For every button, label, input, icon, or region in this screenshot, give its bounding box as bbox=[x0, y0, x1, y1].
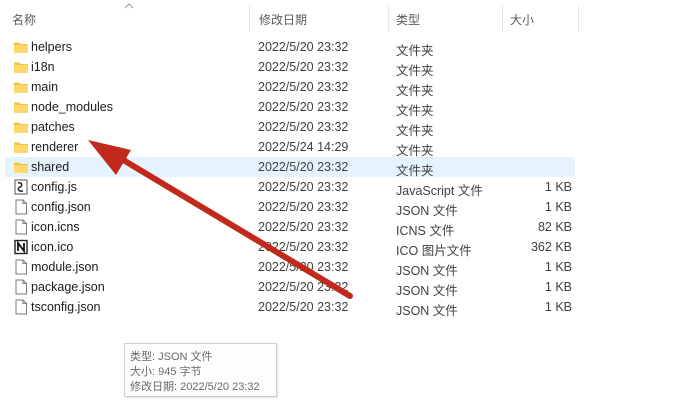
tooltip-size: 大小: 945 字节 bbox=[130, 366, 202, 378]
sort-up-icon bbox=[124, 3, 134, 9]
file-name: config.json bbox=[31, 200, 91, 214]
file-row-config-json[interactable]: config.json 2022/5/20 23:32 JSON 文件 1 KB bbox=[0, 197, 695, 218]
file-name: package.json bbox=[31, 280, 105, 294]
file-row-shared[interactable]: shared 2022/5/20 23:32 文件夹 bbox=[0, 157, 695, 178]
file-icon bbox=[13, 219, 29, 235]
file-row-patches[interactable]: patches 2022/5/20 23:32 文件夹 bbox=[0, 117, 695, 138]
file-modified: 2022/5/20 23:32 bbox=[258, 200, 349, 214]
file-name: module.json bbox=[31, 260, 99, 274]
file-name: node_modules bbox=[31, 100, 114, 114]
file-row-package-json[interactable]: package.json 2022/5/20 23:32 JSON 文件 1 KB bbox=[0, 277, 695, 298]
folder-icon bbox=[13, 99, 29, 115]
file-row-i18n[interactable]: i18n 2022/5/20 23:32 文件夹 bbox=[0, 57, 695, 78]
file-icon bbox=[13, 279, 29, 295]
column-name[interactable]: 名称 bbox=[12, 11, 36, 28]
column-divider[interactable] bbox=[502, 6, 503, 32]
file-modified: 2022/5/20 23:32 bbox=[258, 300, 349, 314]
column-divider[interactable] bbox=[249, 6, 250, 32]
file-name: patches bbox=[31, 120, 75, 134]
file-modified: 2022/5/20 23:32 bbox=[258, 100, 349, 114]
file-modified: 2022/5/20 23:32 bbox=[258, 260, 349, 274]
file-type: JSON 文件 bbox=[396, 304, 458, 318]
file-modified: 2022/5/20 23:32 bbox=[258, 60, 349, 74]
file-list: helpers 2022/5/20 23:32 文件夹 i18n 2022/5/20 2… bbox=[0, 37, 695, 318]
column-type[interactable]: 类型 bbox=[396, 11, 420, 28]
file-row-node-modules[interactable]: node_modules 2022/5/20 23:32 文件夹 bbox=[0, 97, 695, 118]
column-divider[interactable] bbox=[578, 6, 579, 32]
file-row-config-js[interactable]: config.js 2022/5/20 23:32 JavaScript 文件 1 K… bbox=[0, 177, 695, 198]
column-size[interactable]: 大小 bbox=[510, 11, 534, 28]
file-name: renderer bbox=[31, 140, 79, 154]
file-row-tsconfig-json[interactable]: tsconfig.json 2022/5/20 23:32 JSON 文件 1 KB bbox=[0, 297, 695, 318]
file-row-renderer[interactable]: renderer 2022/5/24 14:29 文件夹 bbox=[0, 137, 695, 158]
column-header: 名称 修改日期 类型 大小 bbox=[0, 0, 695, 32]
file-modified: 2022/5/20 23:32 bbox=[258, 220, 349, 234]
folder-icon bbox=[13, 39, 29, 55]
file-size: 1 KB bbox=[544, 180, 572, 194]
folder-icon bbox=[13, 139, 29, 155]
column-divider[interactable] bbox=[388, 6, 389, 32]
file-name: config.js bbox=[31, 180, 77, 194]
folder-icon bbox=[13, 79, 29, 95]
file-size: 1 KB bbox=[544, 300, 572, 314]
file-name: icon.ico bbox=[31, 240, 74, 254]
file-icon bbox=[13, 299, 29, 315]
file-modified: 2022/5/20 23:32 bbox=[258, 120, 349, 134]
file-row-icon-icns[interactable]: icon.icns 2022/5/20 23:32 ICNS 文件 82 KB bbox=[0, 217, 695, 238]
file-size: 1 KB bbox=[544, 280, 572, 294]
file-modified: 2022/5/20 23:32 bbox=[258, 240, 349, 254]
ico-file-icon bbox=[13, 239, 29, 255]
file-row-main[interactable]: main 2022/5/20 23:32 文件夹 bbox=[0, 77, 695, 98]
file-size: 1 KB bbox=[544, 200, 572, 214]
folder-icon bbox=[13, 119, 29, 135]
file-size: 1 KB bbox=[544, 260, 572, 274]
file-name: helpers bbox=[31, 40, 72, 54]
file-size: 362 KB bbox=[530, 240, 572, 254]
file-modified: 2022/5/20 23:32 bbox=[258, 80, 349, 94]
tooltip-modified: 修改日期: 2022/5/20 23:32 bbox=[130, 381, 260, 393]
folder-icon bbox=[13, 159, 29, 175]
file-modified: 2022/5/20 23:32 bbox=[258, 160, 349, 174]
tooltip-type: 类型: JSON 文件 bbox=[130, 351, 213, 363]
javascript-file-icon bbox=[13, 179, 29, 195]
file-name: shared bbox=[31, 160, 70, 174]
file-modified: 2022/5/20 23:32 bbox=[258, 180, 349, 194]
file-icon bbox=[13, 199, 29, 215]
file-row-module-json[interactable]: module.json 2022/5/20 23:32 JSON 文件 1 KB bbox=[0, 257, 695, 278]
file-size: 82 KB bbox=[537, 220, 572, 234]
file-modified: 2022/5/20 23:32 bbox=[258, 280, 349, 294]
file-icon bbox=[13, 259, 29, 275]
file-name: icon.icns bbox=[31, 220, 80, 234]
file-name: main bbox=[31, 80, 59, 94]
folder-icon bbox=[13, 59, 29, 75]
file-modified: 2022/5/20 23:32 bbox=[258, 40, 349, 54]
file-tooltip: 类型: JSON 文件 大小: 945 字节 修改日期: 2022/5/20 2… bbox=[124, 343, 277, 397]
file-name: tsconfig.json bbox=[31, 300, 101, 314]
file-row-icon-ico[interactable]: icon.ico 2022/5/20 23:32 ICO 图片文件 362 KB bbox=[0, 237, 695, 258]
file-row-helpers[interactable]: helpers 2022/5/20 23:32 文件夹 bbox=[0, 37, 695, 58]
file-modified: 2022/5/24 14:29 bbox=[258, 140, 349, 154]
column-modified[interactable]: 修改日期 bbox=[259, 11, 307, 28]
file-name: i18n bbox=[31, 60, 55, 74]
